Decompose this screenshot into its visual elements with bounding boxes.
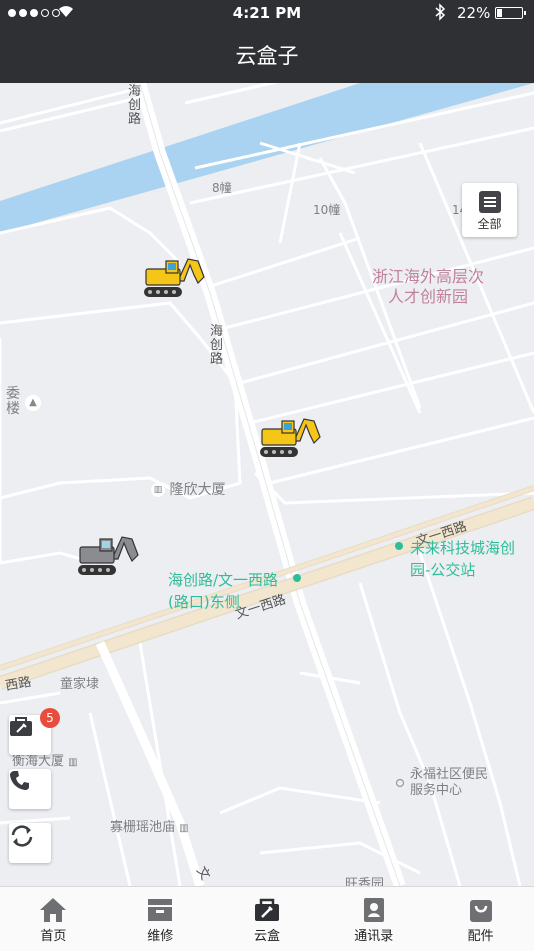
tab-home[interactable]: 首页 [0,887,107,951]
cloudbox-icon [254,898,279,921]
poi-longxin-label: 隆欣大厦 [169,482,226,498]
poi-building-8: 8幢 [212,181,232,195]
bus-stop-haichuang[interactable]: 海创路/文一西路 (路口)东侧 [168,569,278,613]
building-icon: ▥ [151,483,165,497]
refresh-icon [11,825,33,847]
all-filter-label: 全部 [477,217,502,231]
page-title: 云盒子 [235,44,299,68]
tab-home-label: 首页 [40,929,67,944]
tab-parts[interactable]: 配件 [427,887,534,951]
parts-icon [469,900,492,922]
bus-stop-weilai[interactable]: 未来科技城海创 园-公交站 [410,537,515,581]
toolbox-badge: 5 [40,708,60,728]
list-icon [478,191,501,213]
poi-wangxiang: 旺香园 [345,877,385,886]
tab-repair[interactable]: 维修 [107,887,214,951]
poi-building-10: 10幢 [313,203,341,217]
poi-yongfu-service: 永福社区便民 服务中心 [410,767,489,798]
road-label-haichuang-2: 海 创 路 [210,324,224,367]
all-filter-button[interactable]: 全部 [462,183,517,237]
nav-bar: 云盒子 [0,26,534,83]
battery-percent: 22% [457,4,491,22]
excavator-marker-2[interactable] [256,413,322,461]
refresh-button[interactable] [9,823,51,863]
tab-cloudbox[interactable]: 云盒 [214,887,321,951]
tab-contacts[interactable]: 通讯录 [320,887,427,951]
toolbox-icon [10,717,32,736]
contacts-icon [363,898,384,922]
poi-wei-building: 委 楼 [6,386,20,417]
tab-contacts-label: 通讯录 [354,929,394,944]
map-view[interactable]: 海 创 路 海 创 路 文一西路 文一西路 西路 文 8幢 10幢 14幢 浙江… [0,83,534,886]
tab-bar: 首页 维修 云盒 通讯录 配件 [0,886,534,951]
building-icon: ▥ [68,757,78,768]
school-icon: ▲ [25,395,41,411]
status-bar: 4:21 PM 22% [0,0,534,26]
road-label-haichuang-1: 海 创 路 [128,84,142,127]
excavator-marker-1[interactable] [140,253,206,301]
battery-icon [495,7,526,19]
poi-temple-label: 寡栅瑶池庙 [110,820,176,835]
tab-parts-label: 配件 [467,929,494,944]
phone-icon [10,771,29,790]
tab-cloudbox-label: 云盒 [253,929,280,944]
status-time: 4:21 PM [232,4,302,22]
poi-longxin-building: ▥ 隆欣大厦 [151,479,225,499]
bluetooth-icon [435,3,446,21]
repair-icon [148,899,173,921]
phone-button[interactable] [9,769,51,809]
tab-repair-label: 维修 [147,929,174,944]
poi-temple: 寡栅瑶池庙 ▥ [110,816,189,835]
poi-innovation-park: 浙江海外高层次 人才创新园 [372,267,485,306]
home-icon [40,898,67,922]
excavator-marker-3[interactable] [74,531,140,579]
poi-hehai-label: 衡海大厦 [12,754,65,769]
poi-zhongjia: 童家埭 [60,677,100,692]
temple-icon: ▥ [179,823,189,834]
